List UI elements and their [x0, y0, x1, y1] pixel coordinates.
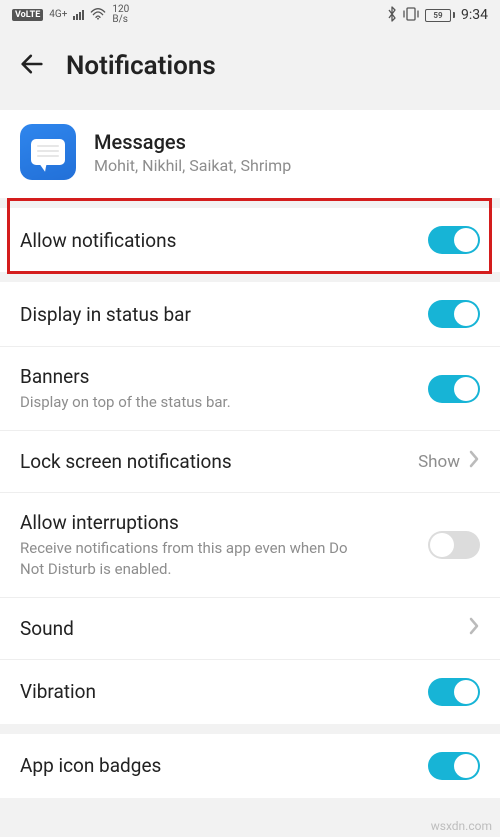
- banners-toggle[interactable]: [428, 375, 480, 403]
- display-status-bar-label: Display in status bar: [20, 303, 191, 326]
- data-speed: 120 B/s: [112, 5, 129, 25]
- row-app-icon-badges: App icon badges: [0, 734, 500, 798]
- allow-interruptions-sub: Receive notifications from this app even…: [20, 538, 360, 579]
- row-display-status-bar: Display in status bar: [0, 282, 500, 347]
- page-header: Notifications: [0, 30, 500, 110]
- signal-icon: [73, 10, 84, 20]
- row-vibration: Vibration: [0, 660, 500, 724]
- vibration-label: Vibration: [20, 680, 96, 703]
- app-name: Messages: [94, 130, 291, 154]
- bluetooth-icon: [387, 6, 397, 25]
- row-banners: Banners Display on top of the status bar…: [0, 347, 500, 431]
- row-allow-interruptions: Allow interruptions Receive notification…: [0, 493, 500, 598]
- display-status-bar-toggle[interactable]: [428, 300, 480, 328]
- banners-label: Banners: [20, 365, 231, 388]
- back-icon[interactable]: [18, 50, 46, 82]
- row-allow-notifications: Allow notifications: [0, 208, 500, 272]
- row-lock-screen[interactable]: Lock screen notifications Show: [0, 431, 500, 493]
- network-type: 4G+: [49, 10, 67, 20]
- volte-badge: VoLTE: [12, 9, 43, 21]
- vibration-toggle[interactable]: [428, 678, 480, 706]
- app-subtitle: Mohit, Nikhil, Saikat, Shrimp: [94, 156, 291, 175]
- vibrate-icon: [403, 7, 419, 24]
- watermark: wsxdn.com: [431, 819, 492, 833]
- banners-sub: Display on top of the status bar.: [20, 392, 231, 412]
- wifi-icon: [90, 8, 106, 23]
- status-bar: VoLTE 4G+ 120 B/s 59 9:34: [0, 0, 500, 30]
- battery-icon: 59: [425, 9, 455, 22]
- chevron-right-icon: [468, 616, 480, 641]
- lock-screen-value: Show: [418, 452, 460, 472]
- chevron-right-icon: [468, 449, 480, 474]
- lock-screen-label: Lock screen notifications: [20, 450, 232, 473]
- allow-notifications-label: Allow notifications: [20, 229, 176, 252]
- app-icon-badges-toggle[interactable]: [428, 752, 480, 780]
- sound-label: Sound: [20, 617, 74, 640]
- allow-interruptions-toggle[interactable]: [428, 531, 480, 559]
- clock: 9:34: [461, 7, 488, 23]
- allow-notifications-toggle[interactable]: [428, 226, 480, 254]
- allow-interruptions-label: Allow interruptions: [20, 511, 360, 534]
- app-icon-badges-label: App icon badges: [20, 754, 161, 777]
- messages-app-icon: [20, 124, 76, 180]
- row-sound[interactable]: Sound: [0, 598, 500, 660]
- page-title: Notifications: [66, 51, 216, 81]
- app-info-row: Messages Mohit, Nikhil, Saikat, Shrimp: [0, 110, 500, 198]
